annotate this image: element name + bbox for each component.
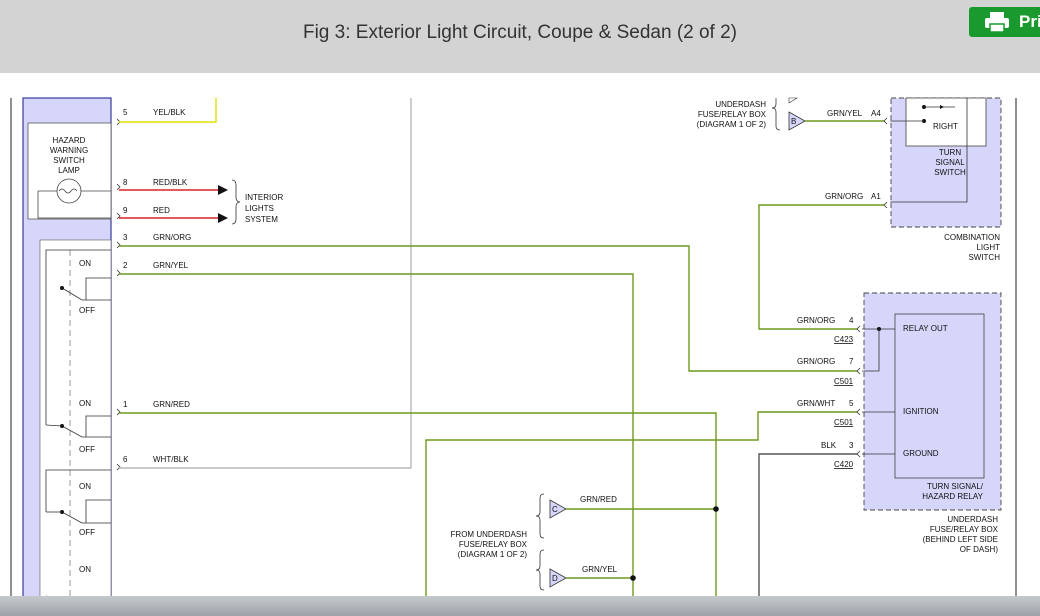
relay-ground-label: GROUND xyxy=(903,449,939,458)
hazard-label-1: HAZARD xyxy=(53,136,86,145)
underdash-top-2: FUSE/RELAY BOX xyxy=(698,110,767,119)
relay-pin2-color: GRN/ORG xyxy=(797,357,835,366)
w6-color: WHT/BLK xyxy=(153,455,189,464)
switch1-off: OFF xyxy=(79,306,95,315)
b-color: GRN/YEL xyxy=(827,109,863,118)
print-button[interactable]: Pri xyxy=(969,7,1040,37)
figure-header: Fig 3: Exterior Light Circuit, Coupe & S… xyxy=(0,0,1040,73)
w5-color: YEL/BLK xyxy=(153,108,186,117)
relay-pin2-conn: C501 xyxy=(834,377,854,386)
relay-out-label: RELAY OUT xyxy=(903,324,948,333)
turn-signal-label-2: SIGNAL xyxy=(935,158,965,167)
hazard-lamp-icon xyxy=(56,178,82,204)
a1-color: GRN/ORG xyxy=(825,192,863,201)
relay-pin1-conn: C423 xyxy=(834,335,854,344)
wire-grn-yel-2 xyxy=(119,273,634,616)
bottom-toolbar-edge xyxy=(0,596,1040,616)
underdash-top-1: UNDERDASH xyxy=(715,100,766,109)
switch3-off: OFF xyxy=(79,528,95,537)
w3-color: GRN/ORG xyxy=(153,233,191,242)
relay-pin3-pin: 5 xyxy=(849,399,854,408)
w2-color: GRN/YEL xyxy=(153,261,189,270)
connector-c-letter: C xyxy=(552,505,558,514)
hazard-label-3: SWITCH xyxy=(53,156,85,165)
junction-c xyxy=(713,506,719,512)
switch2-on: ON xyxy=(79,399,91,408)
a1-pin: A1 xyxy=(871,192,881,201)
arrow-red-blk xyxy=(218,185,228,195)
wire-grn-wht xyxy=(425,411,857,616)
w6-pin: 6 xyxy=(123,455,128,464)
w8-pin: 8 xyxy=(123,178,128,187)
w1-pin: 1 xyxy=(123,400,128,409)
hazard-label-2: WARNING xyxy=(50,146,88,155)
combination-label-1: COMBINATION xyxy=(944,233,1000,242)
w3-pin: 3 xyxy=(123,233,128,242)
wire-grn-org-3 xyxy=(119,245,857,372)
w9-pin: 9 xyxy=(123,206,128,215)
w5-pin: 5 xyxy=(123,108,128,117)
underdash-right-2: FUSE/RELAY BOX xyxy=(930,525,999,534)
relay-pin4-color: BLK xyxy=(821,441,837,450)
figure-title: Fig 3: Exterior Light Circuit, Coupe & S… xyxy=(302,22,738,43)
relay-label-1: TURN SIGNAL/ xyxy=(927,482,984,491)
w1-color: GRN/RED xyxy=(153,400,190,409)
junction-d xyxy=(630,575,636,581)
from-underdash-3: (DIAGRAM 1 OF 2) xyxy=(458,550,528,559)
relay-ignition-label: IGNITION xyxy=(903,407,939,416)
interior-label-2: LIGHTS xyxy=(245,204,274,213)
relay-pin3-color: GRN/WHT xyxy=(797,399,835,408)
turn-signal-label-3: SWITCH xyxy=(934,168,966,177)
relay-label-2: HAZARD RELAY xyxy=(922,492,983,501)
from-underdash-1: FROM UNDERDASH xyxy=(451,530,528,539)
b-pin: A4 xyxy=(871,109,881,118)
wire-grn-red-1 xyxy=(119,412,717,616)
w8-color: RED/BLK xyxy=(153,178,188,187)
switch2-off: OFF xyxy=(79,445,95,454)
underdash-right-3: (BEHIND LEFT SIDE xyxy=(923,535,998,544)
print-label: Pri xyxy=(1019,12,1040,31)
relay-pin4-pin: 3 xyxy=(849,441,854,450)
connector-d-color: GRN/YEL xyxy=(582,565,618,574)
interior-label-1: INTERIOR xyxy=(245,193,283,202)
underdash-right-1: UNDERDASH xyxy=(947,515,998,524)
relay-pin3-conn: C501 xyxy=(834,418,854,427)
switch4-on: ON xyxy=(79,565,91,574)
printer-icon xyxy=(985,12,1009,32)
hazard-label-4: LAMP xyxy=(58,166,80,175)
wire-blk-ground xyxy=(758,453,857,616)
w9-color: RED xyxy=(153,206,170,215)
right-label: RIGHT xyxy=(933,122,958,131)
wiring-diagram: HAZARD WARNING SWITCH LAMP ON OFF ON OFF… xyxy=(10,97,1017,616)
arrow-red xyxy=(218,213,228,223)
w2-pin: 2 xyxy=(123,261,128,270)
connector-b-letter: B xyxy=(791,117,796,126)
underdash-top-3: (DIAGRAM 1 OF 2) xyxy=(697,120,767,129)
from-underdash-2: FUSE/RELAY BOX xyxy=(459,540,528,549)
combination-label-2: LIGHT xyxy=(976,243,1000,252)
turn-signal-label-1: TURN xyxy=(939,148,961,157)
relay-pin1-color: GRN/ORG xyxy=(797,316,835,325)
interior-label-3: SYSTEM xyxy=(245,215,278,224)
switch1-on: ON xyxy=(79,259,91,268)
relay-pin4-conn: C420 xyxy=(834,460,854,469)
combination-label-3: SWITCH xyxy=(968,253,1000,262)
relay-pin2-pin: 7 xyxy=(849,357,854,366)
underdash-right-4: OF DASH) xyxy=(960,545,999,554)
relay-pin1-pin: 4 xyxy=(849,316,854,325)
switch3-on: ON xyxy=(79,482,91,491)
connector-d-letter: D xyxy=(552,574,558,583)
connector-c-color: GRN/RED xyxy=(580,495,617,504)
